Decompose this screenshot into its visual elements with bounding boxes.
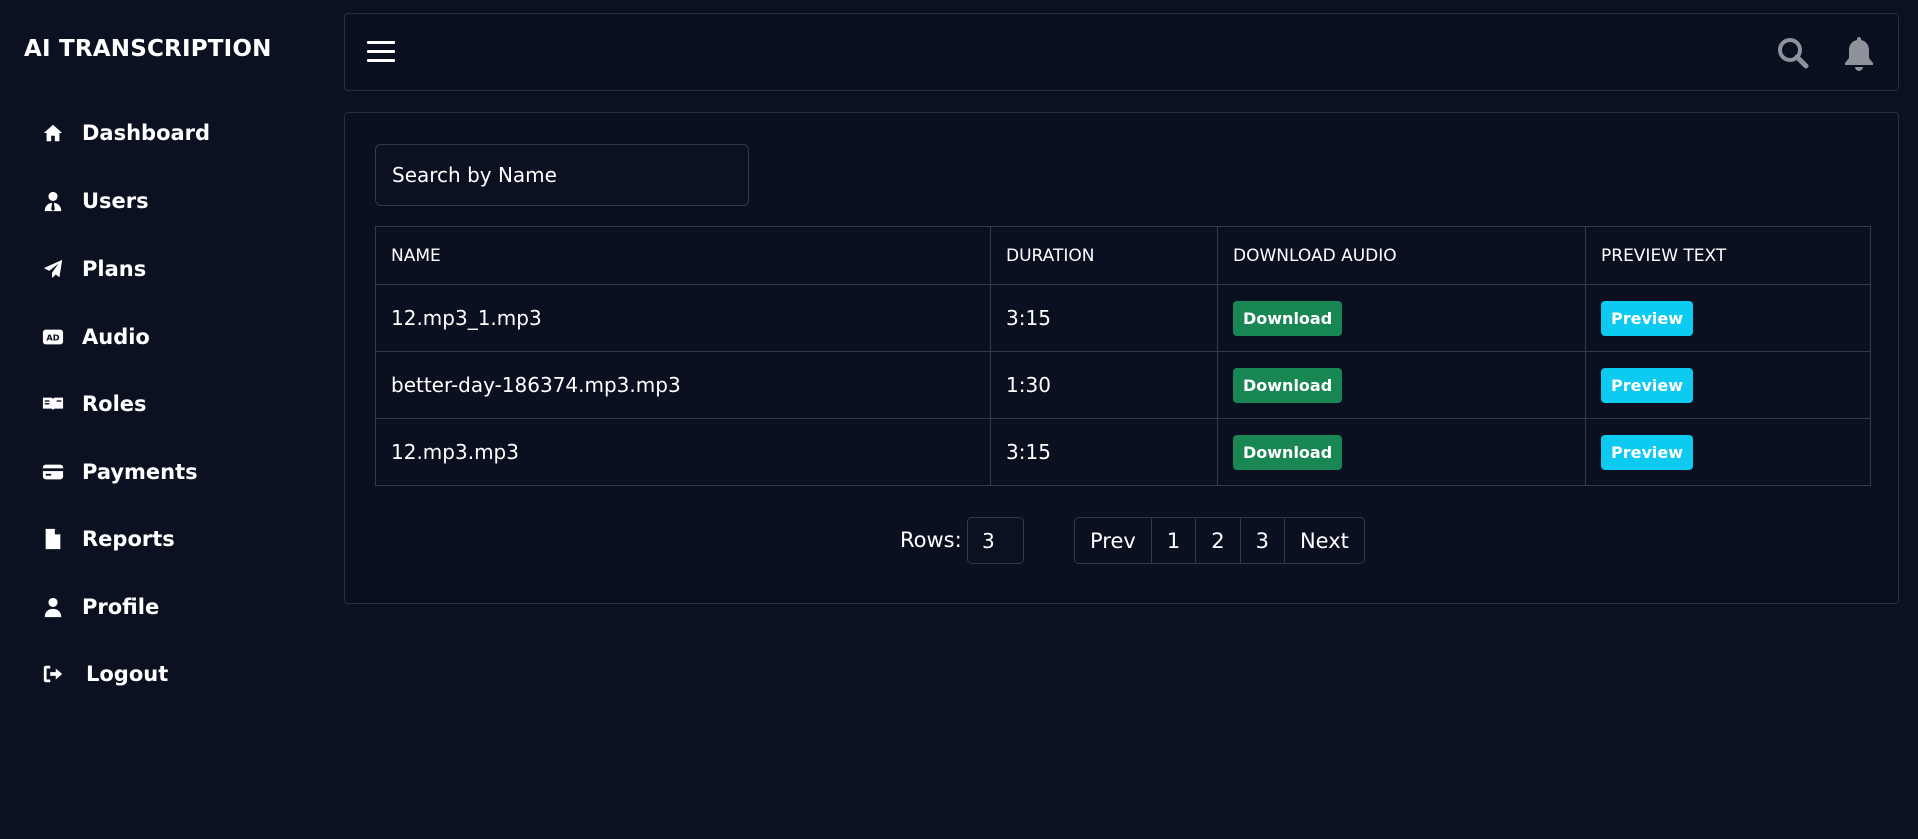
top-bar [344,13,1899,91]
sidebar-item-label: Reports [82,527,175,551]
home-icon [40,120,66,146]
next-page-button[interactable]: Next [1285,518,1364,563]
cell-preview: Preview [1585,351,1871,419]
page-button-2[interactable]: 2 [1196,518,1241,563]
paper-plane-icon [40,256,66,282]
cell-name: 12.mp3_1.mp3 [375,284,991,352]
sidebar-item-label: Plans [82,257,147,281]
column-header-duration: DURATION [990,226,1218,285]
prev-page-button[interactable]: Prev [1075,518,1152,563]
table-row: 12.mp3.mp3 3:15 Download Preview [375,418,1871,486]
audio-list-panel: NAME DURATION DOWNLOAD AUDIO PREVIEW TEX… [344,112,1899,604]
table-header-row: NAME DURATION DOWNLOAD AUDIO PREVIEW TEX… [375,226,1871,285]
preview-button[interactable]: Preview [1601,367,1694,403]
sidebar-item-label: Audio [82,325,150,349]
user-tie-icon [40,188,66,214]
cell-name: better-day-186374.mp3.mp3 [375,351,991,419]
credit-card-icon [40,459,66,485]
table-row: 12.mp3_1.mp3 3:15 Download Preview [375,284,1871,352]
cell-name: 12.mp3.mp3 [375,418,991,486]
rows-label: Rows: [900,528,962,552]
preview-button[interactable]: Preview [1601,300,1694,336]
sidebar-item-roles[interactable]: Roles [40,384,300,424]
sidebar-item-label: Users [82,189,149,213]
cell-download: Download [1217,418,1586,486]
svg-text:AD: AD [46,333,59,343]
download-button[interactable]: Download [1233,434,1343,470]
page-button-3[interactable]: 3 [1241,518,1285,563]
column-header-preview-text: PREVIEW TEXT [1585,226,1871,285]
sidebar-item-audio[interactable]: AD Audio [40,317,300,357]
sidebar-item-logout[interactable]: Logout [40,654,300,694]
cell-duration: 3:15 [990,418,1218,486]
hamburger-icon[interactable] [367,41,395,65]
sidebar-item-payments[interactable]: Payments [40,452,300,492]
sign-out-icon [40,661,66,687]
sidebar: AI TRANSCRIPTION Dashboard Users Plans A… [0,0,330,839]
sidebar-item-profile[interactable]: Profile [40,587,300,627]
sidebar-item-reports[interactable]: Reports [40,519,300,559]
sidebar-item-label: Roles [82,392,147,416]
sidebar-item-label: Logout [86,662,169,686]
user-icon [40,594,66,620]
page-button-1[interactable]: 1 [1152,518,1197,563]
cell-duration: 3:15 [990,284,1218,352]
cell-preview: Preview [1585,284,1871,352]
column-header-name: NAME [375,226,991,285]
pagination: Prev 1 2 3 Next [1074,517,1365,564]
preview-button[interactable]: Preview [1601,434,1694,470]
bell-icon[interactable] [1842,34,1876,72]
book-reader-icon [40,391,66,417]
sidebar-item-label: Payments [82,460,198,484]
brand-title: AI TRANSCRIPTION [24,36,272,62]
cell-preview: Preview [1585,418,1871,486]
sidebar-item-dashboard[interactable]: Dashboard [40,113,300,153]
search-icon[interactable] [1776,36,1810,70]
sidebar-item-label: Profile [82,595,160,619]
sidebar-item-label: Dashboard [82,121,211,145]
sidebar-item-plans[interactable]: Plans [40,249,300,289]
download-button[interactable]: Download [1233,367,1343,403]
table-row: better-day-186374.mp3.mp3 1:30 Download … [375,351,1871,419]
audio-table: NAME DURATION DOWNLOAD AUDIO PREVIEW TEX… [375,226,1871,486]
cell-download: Download [1217,351,1586,419]
cell-duration: 1:30 [990,351,1218,419]
cell-download: Download [1217,284,1586,352]
download-button[interactable]: Download [1233,300,1343,336]
rows-per-page-select[interactable]: 3 [967,517,1024,564]
search-input[interactable] [375,144,749,206]
sidebar-item-users[interactable]: Users [40,181,300,221]
file-icon [40,526,66,552]
column-header-download-audio: DOWNLOAD AUDIO [1217,226,1586,285]
audio-description-icon: AD [40,324,66,350]
